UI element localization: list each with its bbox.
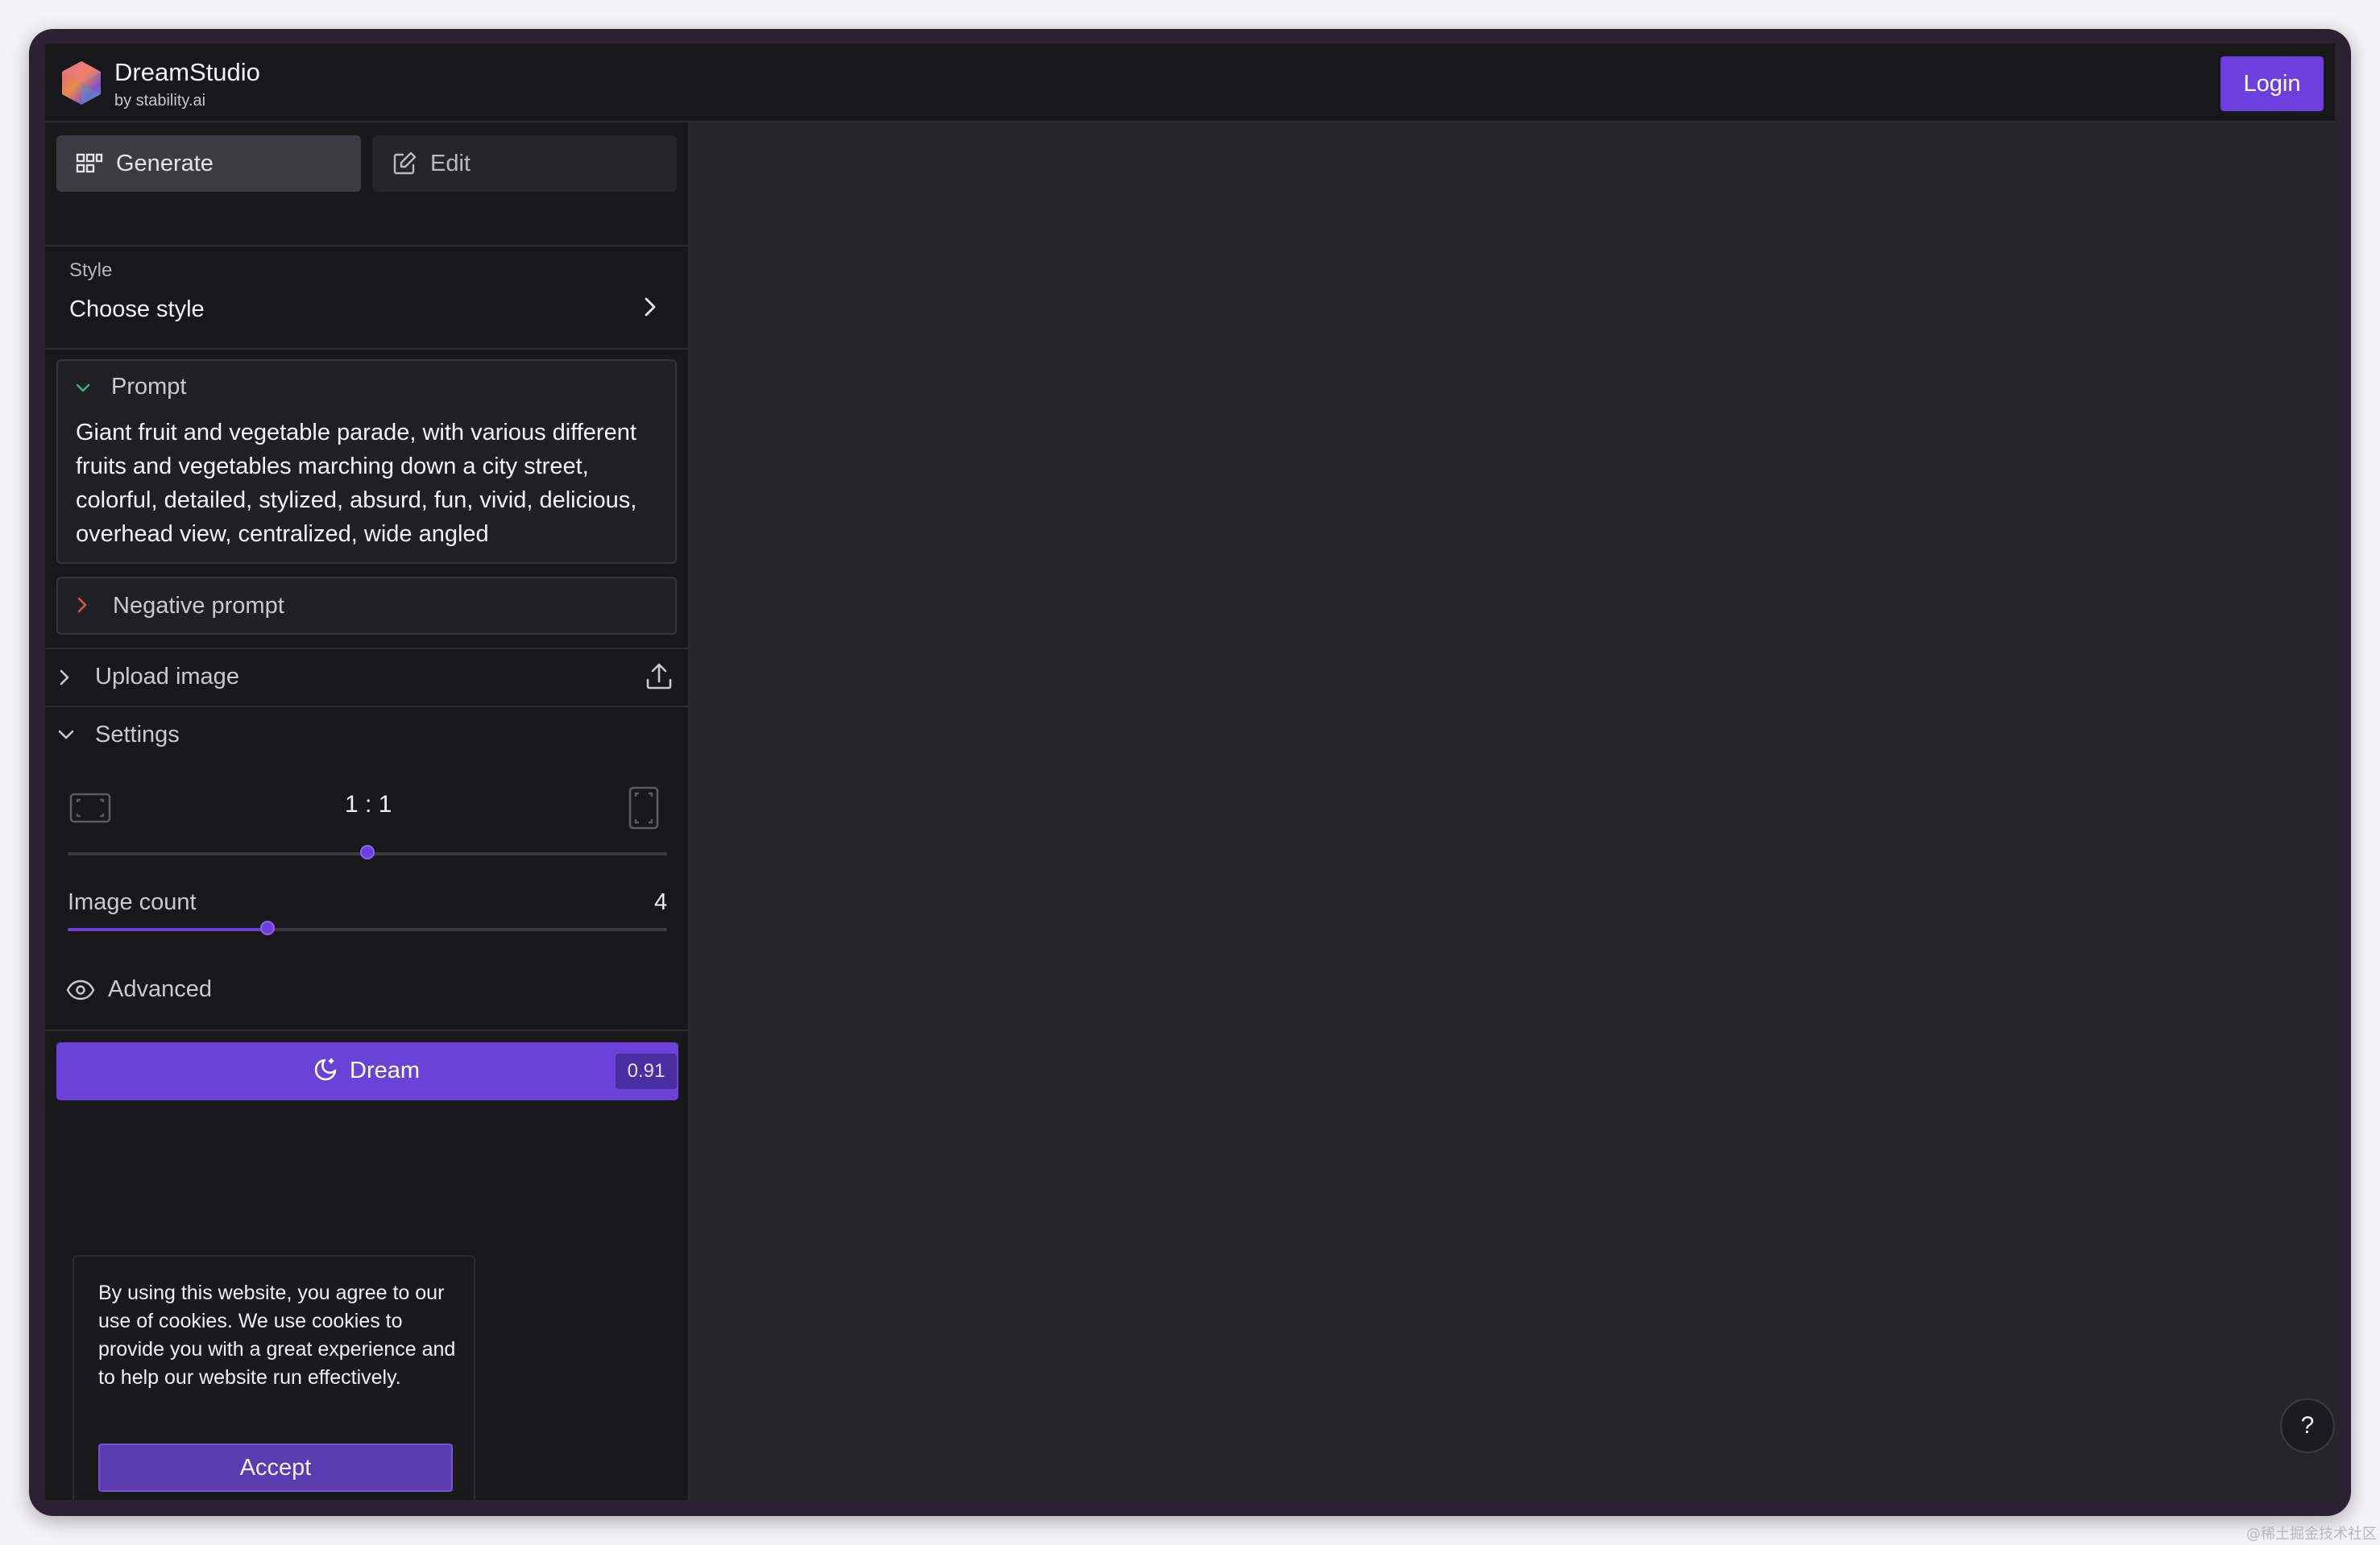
image-count-slider-thumb[interactable]: [260, 921, 275, 935]
chevron-down-icon: [58, 730, 74, 739]
brand-title: DreamStudio: [114, 58, 260, 86]
app-window: DreamStudio by stability.ai Login Genera…: [45, 43, 2335, 1500]
upload-image-label: Upload image: [95, 664, 239, 690]
watermark-text: @稀土掘金技术社区: [2246, 1526, 2377, 1543]
divider: [45, 245, 688, 246]
cookie-text: By using this website, you agree to our …: [98, 1282, 456, 1389]
image-count-label: Image count: [68, 889, 197, 915]
edit-icon: [393, 151, 417, 175]
accept-cookies-button[interactable]: Accept: [98, 1444, 453, 1492]
landscape-ratio-icon[interactable]: [69, 793, 111, 823]
brand-subtitle: by stability.ai: [114, 92, 206, 110]
prompt-textarea[interactable]: Giant fruit and vegetable parade, with v…: [76, 416, 664, 551]
help-button[interactable]: ?: [2280, 1398, 2335, 1453]
moon-icon: [314, 1058, 337, 1081]
tab-generate-label: Generate: [116, 150, 214, 176]
aspect-ratio-slider-thumb[interactable]: [360, 845, 375, 859]
top-header: DreamStudio by stability.ai Login: [45, 43, 2335, 122]
image-canvas-area: ?: [690, 122, 2335, 1500]
dream-label: Dream: [350, 1057, 421, 1083]
dream-button[interactable]: Dream 0.91: [56, 1042, 678, 1100]
prompt-card: Prompt Giant fruit and vegetable parade,…: [56, 359, 677, 564]
tab-edit-label: Edit: [430, 150, 471, 176]
image-count-value: 4: [654, 889, 668, 915]
dream-cost-badge: 0.91: [616, 1054, 677, 1089]
login-button[interactable]: Login: [2220, 56, 2324, 111]
eye-icon: [66, 980, 95, 1000]
negative-prompt-title: Negative prompt: [113, 593, 284, 619]
negative-prompt-card[interactable]: Negative prompt: [56, 577, 677, 635]
divider: [45, 648, 688, 649]
style-label: Style: [69, 259, 113, 281]
settings-title: Settings: [95, 722, 180, 748]
chevron-right-icon: [645, 297, 656, 317]
grid-icon: [76, 153, 103, 173]
prompt-title[interactable]: Prompt: [111, 374, 186, 400]
aspect-ratio-value: 1 : 1: [345, 791, 392, 818]
tab-edit[interactable]: Edit: [372, 135, 677, 192]
dreamstudio-logo-icon: [62, 61, 101, 105]
divider: [45, 1029, 688, 1031]
divider: [45, 706, 688, 707]
chevron-right-icon: [60, 669, 69, 686]
advanced-label: Advanced: [108, 976, 212, 1002]
sidebar-panel: Generate Edit Style Choose style Prompt …: [45, 122, 690, 1500]
style-value: Choose style: [69, 296, 205, 322]
tab-generate[interactable]: Generate: [56, 135, 361, 192]
divider: [45, 348, 688, 350]
image-count-slider-fill: [68, 928, 267, 931]
upload-icon[interactable]: [645, 662, 674, 691]
cookie-banner: By using this website, you agree to our …: [73, 1255, 475, 1500]
portrait-ratio-icon[interactable]: [628, 786, 659, 830]
chevron-right-icon: [77, 597, 87, 613]
chevron-down-icon[interactable]: [74, 382, 92, 395]
